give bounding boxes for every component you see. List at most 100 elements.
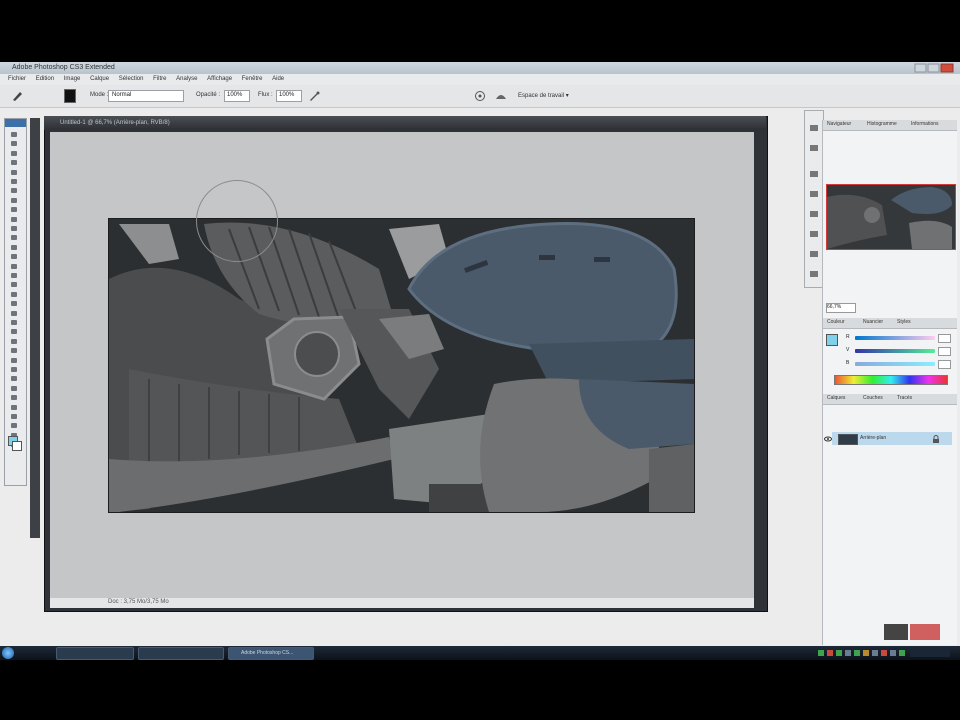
options-bar: Mode : Normal Opacité : 100% Flux : 100%…: [0, 85, 960, 108]
eye-icon[interactable]: [824, 435, 832, 443]
menu-fichier[interactable]: Fichier: [8, 76, 26, 82]
taskbar: Adobe Photoshop CS...: [0, 646, 960, 660]
tool-30-icon[interactable]: [8, 403, 20, 412]
tool-5-icon[interactable]: [8, 168, 20, 177]
mode-select[interactable]: Normal: [108, 90, 184, 102]
tray-icon-9: [890, 650, 896, 656]
delete-layer-button[interactable]: [910, 624, 940, 640]
tool-10-icon[interactable]: [8, 215, 20, 224]
color-spectrum-ramp[interactable]: [834, 375, 948, 385]
bridge-icon[interactable]: [474, 90, 486, 102]
tool-8-icon[interactable]: [8, 196, 20, 205]
tray-icon-3: [836, 650, 842, 656]
menu-image[interactable]: Image: [64, 76, 81, 82]
tool-9-icon[interactable]: [8, 205, 20, 214]
tab-swatches[interactable]: Nuancier: [863, 319, 883, 325]
menu-edition[interactable]: Edition: [36, 76, 54, 82]
tray-clock-area: [910, 649, 950, 657]
tool-7-icon[interactable]: [8, 186, 20, 195]
tool-26-icon[interactable]: [8, 365, 20, 374]
dock-icons[interactable]: [805, 111, 823, 287]
tool-18-icon[interactable]: [8, 290, 20, 299]
tool-27-icon[interactable]: [8, 374, 20, 383]
menu-affichage[interactable]: Affichage: [207, 76, 232, 82]
navigator-tabs: Navigateur Histogramme Informations: [823, 120, 957, 131]
tray-icon-1: [818, 650, 824, 656]
tab-paths[interactable]: Tracés: [897, 395, 912, 401]
taskbar-item-1[interactable]: [56, 647, 134, 660]
tool-25-icon[interactable]: [8, 356, 20, 365]
green-value-field[interactable]: [938, 347, 951, 356]
tool-29-icon[interactable]: [8, 393, 20, 402]
window-buttons-icon[interactable]: [914, 63, 954, 73]
tool-13-icon[interactable]: [8, 243, 20, 252]
menu-filtre[interactable]: Filtre: [153, 76, 166, 82]
tool-16-icon[interactable]: [8, 271, 20, 280]
tool-4-icon[interactable]: [8, 158, 20, 167]
red-slider[interactable]: [855, 336, 935, 340]
tab-info[interactable]: Informations: [911, 121, 939, 127]
tool-2-icon[interactable]: [8, 139, 20, 148]
tool-11-icon[interactable]: [8, 224, 20, 233]
blue-value-field[interactable]: [938, 360, 951, 369]
tray-icon-2: [827, 650, 833, 656]
menu-analyse[interactable]: Analyse: [176, 76, 197, 82]
flow-field[interactable]: 100%: [276, 90, 302, 102]
palette-well-icon[interactable]: [494, 90, 508, 102]
color-b-label: B: [846, 360, 850, 366]
navigator-zoom-field[interactable]: 66,7%: [826, 303, 856, 313]
tab-color[interactable]: Couleur: [827, 319, 845, 325]
windows-start-icon[interactable]: [2, 647, 14, 659]
texture-canvas[interactable]: [108, 218, 695, 513]
layers-footer-button[interactable]: [884, 624, 908, 640]
tool-19-icon[interactable]: [8, 299, 20, 308]
tool-23-icon[interactable]: [8, 337, 20, 346]
menu-selection[interactable]: Sélection: [119, 76, 144, 82]
tool-31-icon[interactable]: [8, 412, 20, 421]
navigator-thumbnail: [827, 185, 955, 249]
layer-name: Arrière-plan: [860, 435, 887, 441]
tool-22-icon[interactable]: [8, 327, 20, 336]
tool-3-icon[interactable]: [8, 149, 20, 158]
color-panel-foreground-swatch[interactable]: [826, 334, 838, 346]
tab-histogram[interactable]: Histogramme: [867, 121, 897, 127]
tool-24-icon[interactable]: [8, 346, 20, 355]
blue-slider[interactable]: [855, 362, 935, 366]
brush-preset-picker[interactable]: [64, 89, 76, 103]
tool-14-icon[interactable]: [8, 252, 20, 261]
tool-28-icon[interactable]: [8, 384, 20, 393]
panel-dock: [804, 110, 824, 288]
opacity-field[interactable]: 100%: [224, 90, 250, 102]
menu-calque[interactable]: Calque: [90, 76, 109, 82]
workspace-menu[interactable]: Espace de travail ▾: [518, 92, 569, 99]
tool-6-icon[interactable]: [8, 177, 20, 186]
navigator-preview[interactable]: [826, 184, 956, 250]
taskbar-item-photoshop[interactable]: Adobe Photoshop CS...: [228, 647, 314, 660]
tool-15-icon[interactable]: [8, 262, 20, 271]
document-title-bar[interactable]: Untitled-1 @ 66,7% (Arrière-plan, RVB/8): [44, 116, 766, 130]
color-tabs: Couleur Nuancier Styles: [823, 318, 957, 329]
mode-value: Normal: [112, 92, 132, 98]
tool-21-icon[interactable]: [8, 318, 20, 327]
tab-channels[interactable]: Couches: [863, 395, 883, 401]
brush-tool-icon[interactable]: [10, 89, 24, 103]
tool-20-icon[interactable]: [8, 309, 20, 318]
tool-12-icon[interactable]: [8, 233, 20, 242]
tool-32-icon[interactable]: [8, 421, 20, 430]
taskbar-item-2[interactable]: [138, 647, 224, 660]
tool-17-icon[interactable]: [8, 280, 20, 289]
background-document-window[interactable]: [30, 118, 40, 538]
airbrush-icon[interactable]: [308, 90, 320, 102]
opacity-label: Opacité :: [196, 92, 221, 98]
menu-fenetre[interactable]: Fenêtre: [242, 76, 263, 82]
tab-styles[interactable]: Styles: [897, 319, 911, 325]
tool-1-icon[interactable]: [8, 130, 20, 139]
layers-tabs: Calques Couches Tracés: [823, 394, 957, 405]
background-color-swatch[interactable]: [12, 441, 22, 451]
tab-navigator[interactable]: Navigateur: [827, 121, 851, 127]
menu-aide[interactable]: Aide: [272, 76, 284, 82]
green-slider[interactable]: [855, 349, 935, 353]
color-v-label: V: [846, 347, 850, 353]
tab-layers[interactable]: Calques: [827, 395, 845, 401]
red-value-field[interactable]: [938, 334, 951, 343]
